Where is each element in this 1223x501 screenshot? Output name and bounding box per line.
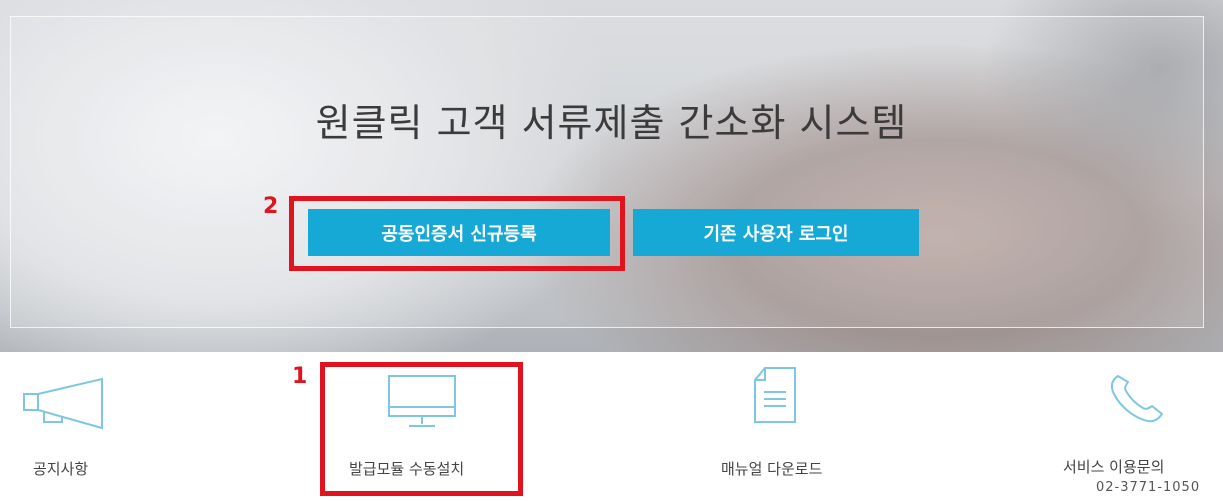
hero-frame [10, 16, 1204, 328]
megaphone-icon [23, 377, 103, 430]
page-title: 원클릭 고객 서류제출 간소화 시스템 [315, 101, 908, 145]
quick-link-notice[interactable]: 공지사항 [0, 352, 200, 501]
quick-link-service-inquiry[interactable]: 서비스 이용문의 02-3771-1050 [1040, 352, 1223, 501]
quick-links-bar: 공지사항 발급모듈 수동설치 매뉴얼 다운로드 서비스 이용문의 02-3771… [0, 352, 1223, 501]
document-icon [754, 367, 796, 423]
quick-link-label: 서비스 이용문의 [1063, 458, 1165, 476]
callout-box-install [320, 362, 523, 496]
service-phone-number: 02-3771-1050 [1096, 480, 1201, 495]
quick-link-label: 매뉴얼 다운로드 [721, 460, 823, 478]
phone-icon [1110, 375, 1163, 423]
quick-link-label: 공지사항 [33, 460, 89, 478]
hero-banner: 원클릭 고객 서류제출 간소화 시스템 공동인증서 신규등록 기존 사용자 로그… [0, 0, 1223, 352]
existing-user-login-button[interactable]: 기존 사용자 로그인 [633, 209, 919, 256]
callout-number-install: 1 [292, 364, 308, 389]
callout-box-register [289, 196, 625, 271]
callout-number-register: 2 [263, 194, 279, 219]
quick-link-manual-download[interactable]: 매뉴얼 다운로드 [680, 352, 880, 501]
